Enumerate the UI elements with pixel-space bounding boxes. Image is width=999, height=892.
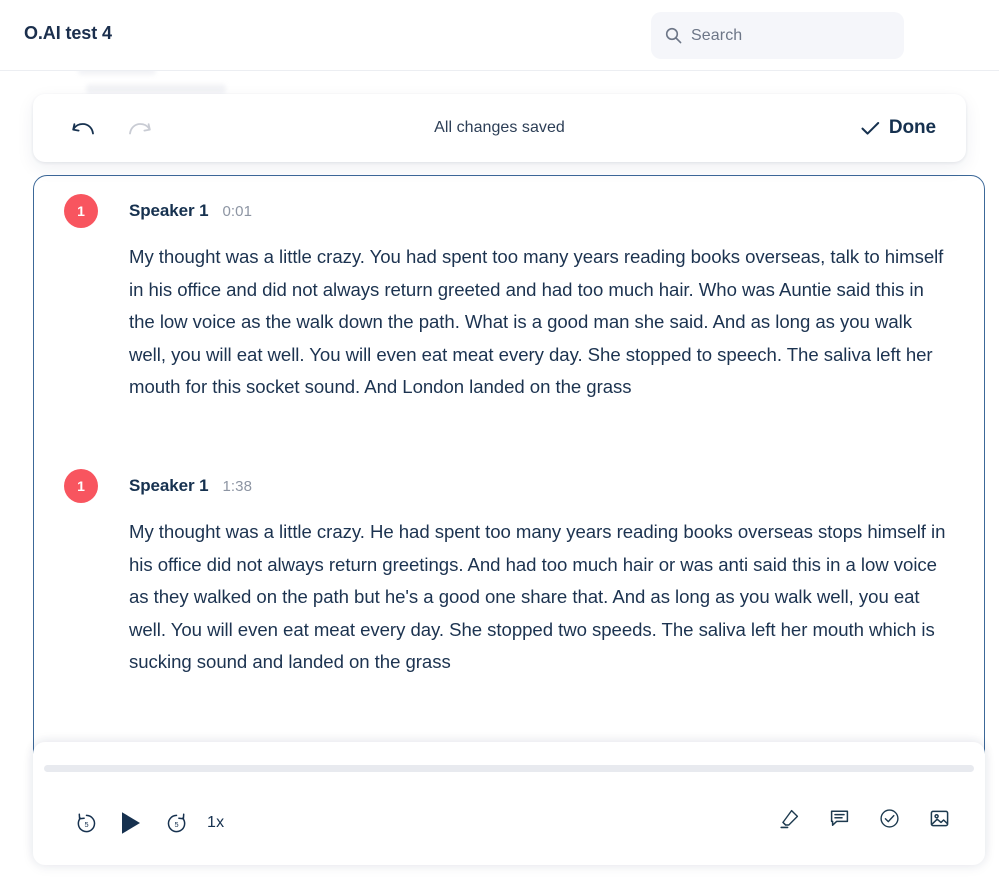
- image-icon: [930, 810, 948, 826]
- page-title: O.AI test 4: [24, 23, 112, 43]
- done-button[interactable]: Done: [861, 117, 936, 139]
- check-icon: [861, 121, 880, 135]
- player-action-icons: [773, 802, 955, 834]
- speaker-name[interactable]: Speaker 1: [129, 201, 209, 221]
- highlighter-button[interactable]: [773, 802, 805, 834]
- rewind-5-button[interactable]: 5: [65, 802, 107, 844]
- segment-text[interactable]: My thought was a little crazy. You had s…: [129, 241, 952, 404]
- editor-toolbar: All changes saved Done: [33, 94, 966, 162]
- search-icon: [665, 27, 682, 44]
- forward-5-icon: 5: [167, 813, 185, 832]
- playback-scrubber[interactable]: [44, 765, 974, 772]
- segment-timestamp[interactable]: 0:01: [222, 203, 252, 220]
- speaker-badge[interactable]: 1: [64, 194, 98, 228]
- forward-5-button[interactable]: 5: [155, 802, 197, 844]
- playback-controls: 5 5 1x: [65, 802, 224, 844]
- speaker-badge[interactable]: 1: [64, 469, 98, 503]
- rewind-5-icon: 5: [77, 813, 95, 832]
- insert-image-button[interactable]: [923, 802, 955, 834]
- segment-header: 1 Speaker 1 1:38: [64, 466, 962, 506]
- segment-timestamp[interactable]: 1:38: [222, 478, 252, 495]
- app-header: O.AI test 4 Search: [0, 0, 999, 71]
- mark-done-button[interactable]: [873, 802, 905, 834]
- speaker-name[interactable]: Speaker 1: [129, 476, 209, 496]
- segment-header: 1 Speaker 1 0:01: [64, 191, 962, 231]
- save-status-text: All changes saved: [434, 119, 565, 136]
- transcript-card: 1 Speaker 1 0:01 My thought was a little…: [33, 175, 985, 775]
- audio-player-bar: 5 5 1x: [33, 742, 985, 865]
- comment-button[interactable]: [823, 802, 855, 834]
- play-icon: [122, 812, 140, 834]
- comment-icon: [830, 809, 848, 826]
- search-input[interactable]: Search: [651, 12, 904, 59]
- ghost-text-line: [86, 84, 226, 94]
- highlighter-icon: [779, 809, 798, 828]
- check-circle-icon: [879, 808, 899, 828]
- done-label: Done: [888, 117, 936, 138]
- search-placeholder: Search: [691, 26, 743, 44]
- transcript-segment: 1 Speaker 1 0:01 My thought was a little…: [34, 191, 984, 404]
- svg-text:5: 5: [174, 820, 178, 829]
- playback-speed-button[interactable]: 1x: [207, 814, 224, 832]
- transcript-segment: 1 Speaker 1 1:38 My thought was a little…: [34, 466, 984, 679]
- svg-text:5: 5: [84, 820, 88, 829]
- segment-text[interactable]: My thought was a little crazy. He had sp…: [129, 516, 952, 679]
- play-button[interactable]: [107, 802, 155, 844]
